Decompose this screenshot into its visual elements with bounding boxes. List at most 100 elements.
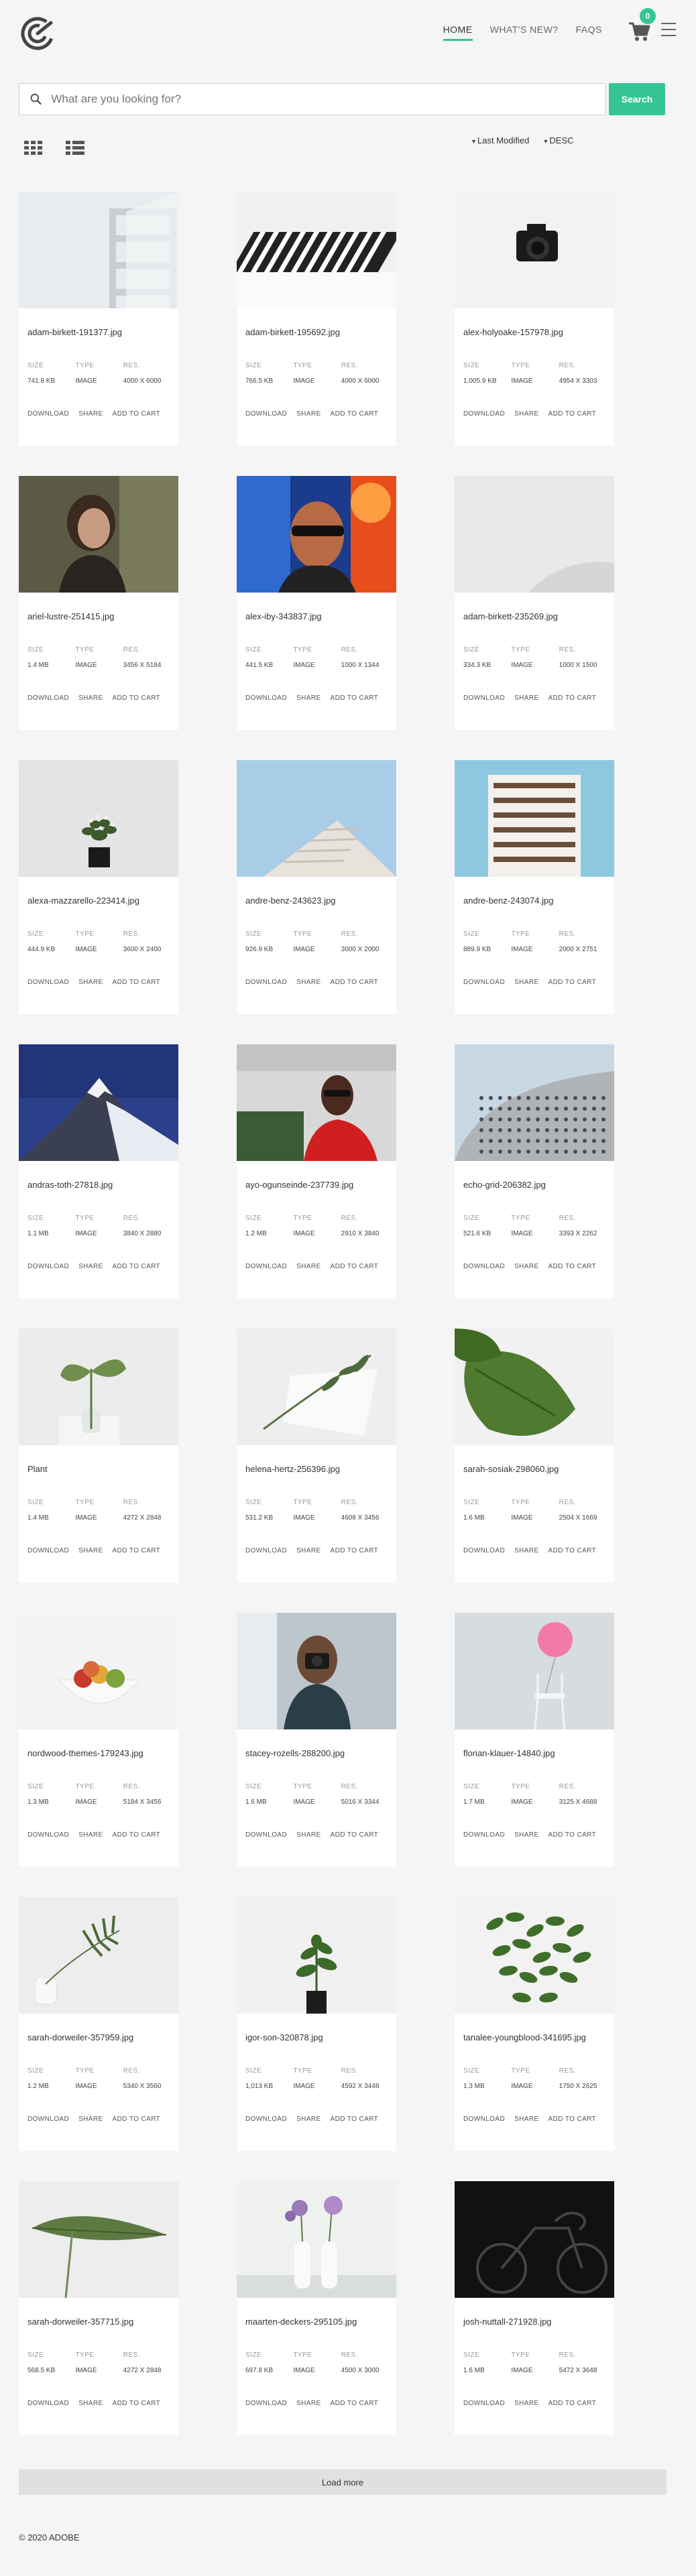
- download-link[interactable]: DOWNLOAD: [27, 694, 69, 702]
- download-link[interactable]: DOWNLOAD: [245, 2400, 287, 2407]
- image-card[interactable]: tanalee-youngblood-341695.jpg SIZE TYPE RES…: [455, 1897, 614, 2151]
- share-link[interactable]: SHARE: [78, 979, 103, 986]
- download-link[interactable]: DOWNLOAD: [27, 1831, 69, 1839]
- hamburger-menu-icon[interactable]: [661, 23, 676, 36]
- image-thumbnail[interactable]: [19, 1044, 178, 1161]
- share-link[interactable]: SHARE: [296, 979, 321, 986]
- download-link[interactable]: DOWNLOAD: [463, 1831, 505, 1839]
- image-thumbnail[interactable]: [19, 2181, 178, 2298]
- add-to-cart-link[interactable]: ADD TO CART: [548, 979, 597, 986]
- add-to-cart-link[interactable]: ADD TO CART: [113, 410, 161, 418]
- share-link[interactable]: SHARE: [296, 2115, 321, 2123]
- download-link[interactable]: DOWNLOAD: [245, 694, 287, 702]
- download-link[interactable]: DOWNLOAD: [27, 1263, 69, 1270]
- share-link[interactable]: SHARE: [514, 979, 538, 986]
- image-card[interactable]: Plant SIZE TYPE RES. 1.4 MB IMAGE 4272 X 2848 D…: [19, 1329, 178, 1583]
- add-to-cart-link[interactable]: ADD TO CART: [548, 1263, 597, 1270]
- download-link[interactable]: DOWNLOAD: [27, 2115, 69, 2123]
- share-link[interactable]: SHARE: [78, 410, 103, 418]
- add-to-cart-link[interactable]: ADD TO CART: [331, 1831, 379, 1839]
- add-to-cart-link[interactable]: ADD TO CART: [548, 694, 597, 702]
- image-thumbnail[interactable]: [455, 1613, 614, 1729]
- image-thumbnail[interactable]: [19, 476, 178, 593]
- image-thumbnail[interactable]: [455, 1044, 614, 1161]
- image-card[interactable]: echo-grid-206382.jpg SIZE TYPE RES. 521.6 KB…: [455, 1044, 614, 1298]
- share-link[interactable]: SHARE: [296, 1547, 321, 1554]
- image-thumbnail[interactable]: [19, 1329, 178, 1445]
- image-thumbnail[interactable]: [455, 192, 614, 308]
- image-thumbnail[interactable]: [237, 1613, 396, 1729]
- image-card[interactable]: alex-iby-343837.jpg SIZE TYPE RES. 441.5 KB I…: [237, 476, 396, 730]
- add-to-cart-link[interactable]: ADD TO CART: [113, 1831, 161, 1839]
- share-link[interactable]: SHARE: [78, 1831, 103, 1839]
- download-link[interactable]: DOWNLOAD: [463, 1547, 505, 1554]
- add-to-cart-link[interactable]: ADD TO CART: [113, 979, 161, 986]
- list-view-icon[interactable]: [66, 141, 84, 156]
- add-to-cart-link[interactable]: ADD TO CART: [113, 694, 161, 702]
- image-thumbnail[interactable]: [237, 1329, 396, 1445]
- image-thumbnail[interactable]: [455, 1329, 614, 1445]
- share-link[interactable]: SHARE: [78, 694, 103, 702]
- share-link[interactable]: SHARE: [78, 1547, 103, 1554]
- image-thumbnail[interactable]: [237, 1044, 396, 1161]
- search-button[interactable]: Search: [609, 83, 665, 115]
- image-thumbnail[interactable]: [237, 2181, 396, 2298]
- download-link[interactable]: DOWNLOAD: [245, 410, 287, 418]
- image-card[interactable]: ariel-lustre-251415.jpg SIZE TYPE RES. 1.4 M…: [19, 476, 178, 730]
- image-card[interactable]: andre-benz-243074.jpg SIZE TYPE RES. 889.9 K…: [455, 760, 614, 1014]
- share-link[interactable]: SHARE: [514, 410, 538, 418]
- share-link[interactable]: SHARE: [296, 1831, 321, 1839]
- add-to-cart-link[interactable]: ADD TO CART: [548, 1831, 597, 1839]
- load-more-button[interactable]: Load more: [19, 2469, 666, 2495]
- add-to-cart-link[interactable]: ADD TO CART: [331, 2115, 379, 2123]
- download-link[interactable]: DOWNLOAD: [463, 2400, 505, 2407]
- add-to-cart-link[interactable]: ADD TO CART: [113, 2400, 161, 2407]
- share-link[interactable]: SHARE: [78, 2400, 103, 2407]
- nav-home[interactable]: HOME: [443, 24, 473, 41]
- image-card[interactable]: nordwood-themes-179243.jpg SIZE TYPE RES. 1.…: [19, 1613, 178, 1867]
- image-card[interactable]: alexa-mazzarello-223414.jpg SIZE TYPE RES. 4…: [19, 760, 178, 1014]
- download-link[interactable]: DOWNLOAD: [245, 2115, 287, 2123]
- image-thumbnail[interactable]: [237, 476, 396, 593]
- share-link[interactable]: SHARE: [514, 2400, 538, 2407]
- add-to-cart-link[interactable]: ADD TO CART: [548, 1547, 597, 1554]
- image-card[interactable]: adam-birkett-235269.jpg SIZE TYPE RES. 334.3…: [455, 476, 614, 730]
- add-to-cart-link[interactable]: ADD TO CART: [331, 1547, 379, 1554]
- share-link[interactable]: SHARE: [296, 2400, 321, 2407]
- logo-icon[interactable]: [20, 16, 55, 51]
- share-link[interactable]: SHARE: [514, 1831, 538, 1839]
- download-link[interactable]: DOWNLOAD: [463, 979, 505, 986]
- image-card[interactable]: josh-nuttall-271928.jpg SIZE TYPE RES. 1.6 M…: [455, 2181, 614, 2435]
- add-to-cart-link[interactable]: ADD TO CART: [113, 1547, 161, 1554]
- download-link[interactable]: DOWNLOAD: [463, 694, 505, 702]
- share-link[interactable]: SHARE: [296, 1263, 321, 1270]
- download-link[interactable]: DOWNLOAD: [27, 410, 69, 418]
- image-thumbnail[interactable]: [19, 1897, 178, 2014]
- download-link[interactable]: DOWNLOAD: [245, 1547, 287, 1554]
- image-thumbnail[interactable]: [455, 476, 614, 593]
- image-card[interactable]: ayo-ogunseinde-237739.jpg SIZE TYPE RES. 1.2…: [237, 1044, 396, 1298]
- add-to-cart-link[interactable]: ADD TO CART: [331, 979, 379, 986]
- image-card[interactable]: stacey-rozells-288200.jpg SIZE TYPE RES. 1.6…: [237, 1613, 396, 1867]
- image-card[interactable]: igor-son-320878.jpg SIZE TYPE RES. 1,013 KB I…: [237, 1897, 396, 2151]
- share-link[interactable]: SHARE: [514, 694, 538, 702]
- image-card[interactable]: maarten-deckers-295105.jpg SIZE TYPE RES. 69…: [237, 2181, 396, 2435]
- image-card[interactable]: sarah-sosiak-298060.jpg SIZE TYPE RES. 1.6 M…: [455, 1329, 614, 1583]
- grid-view-icon[interactable]: [24, 141, 43, 156]
- nav-whats-new[interactable]: WHAT'S NEW?: [490, 24, 559, 41]
- image-card[interactable]: alex-holyoake-157978.jpg SIZE TYPE RES. 1,00…: [455, 192, 614, 446]
- share-link[interactable]: SHARE: [514, 1263, 538, 1270]
- image-thumbnail[interactable]: [455, 1897, 614, 2014]
- share-link[interactable]: SHARE: [78, 2115, 103, 2123]
- download-link[interactable]: DOWNLOAD: [463, 1263, 505, 1270]
- image-card[interactable]: florian-klauer-14840.jpg SIZE TYPE RES. 1.7 …: [455, 1613, 614, 1867]
- share-link[interactable]: SHARE: [514, 2115, 538, 2123]
- image-thumbnail[interactable]: [19, 760, 178, 877]
- image-thumbnail[interactable]: [19, 1613, 178, 1729]
- image-thumbnail[interactable]: [237, 1897, 396, 2014]
- add-to-cart-link[interactable]: ADD TO CART: [113, 2115, 161, 2123]
- image-thumbnail[interactable]: [237, 760, 396, 877]
- add-to-cart-link[interactable]: ADD TO CART: [331, 410, 379, 418]
- download-link[interactable]: DOWNLOAD: [27, 979, 69, 986]
- share-link[interactable]: SHARE: [296, 694, 321, 702]
